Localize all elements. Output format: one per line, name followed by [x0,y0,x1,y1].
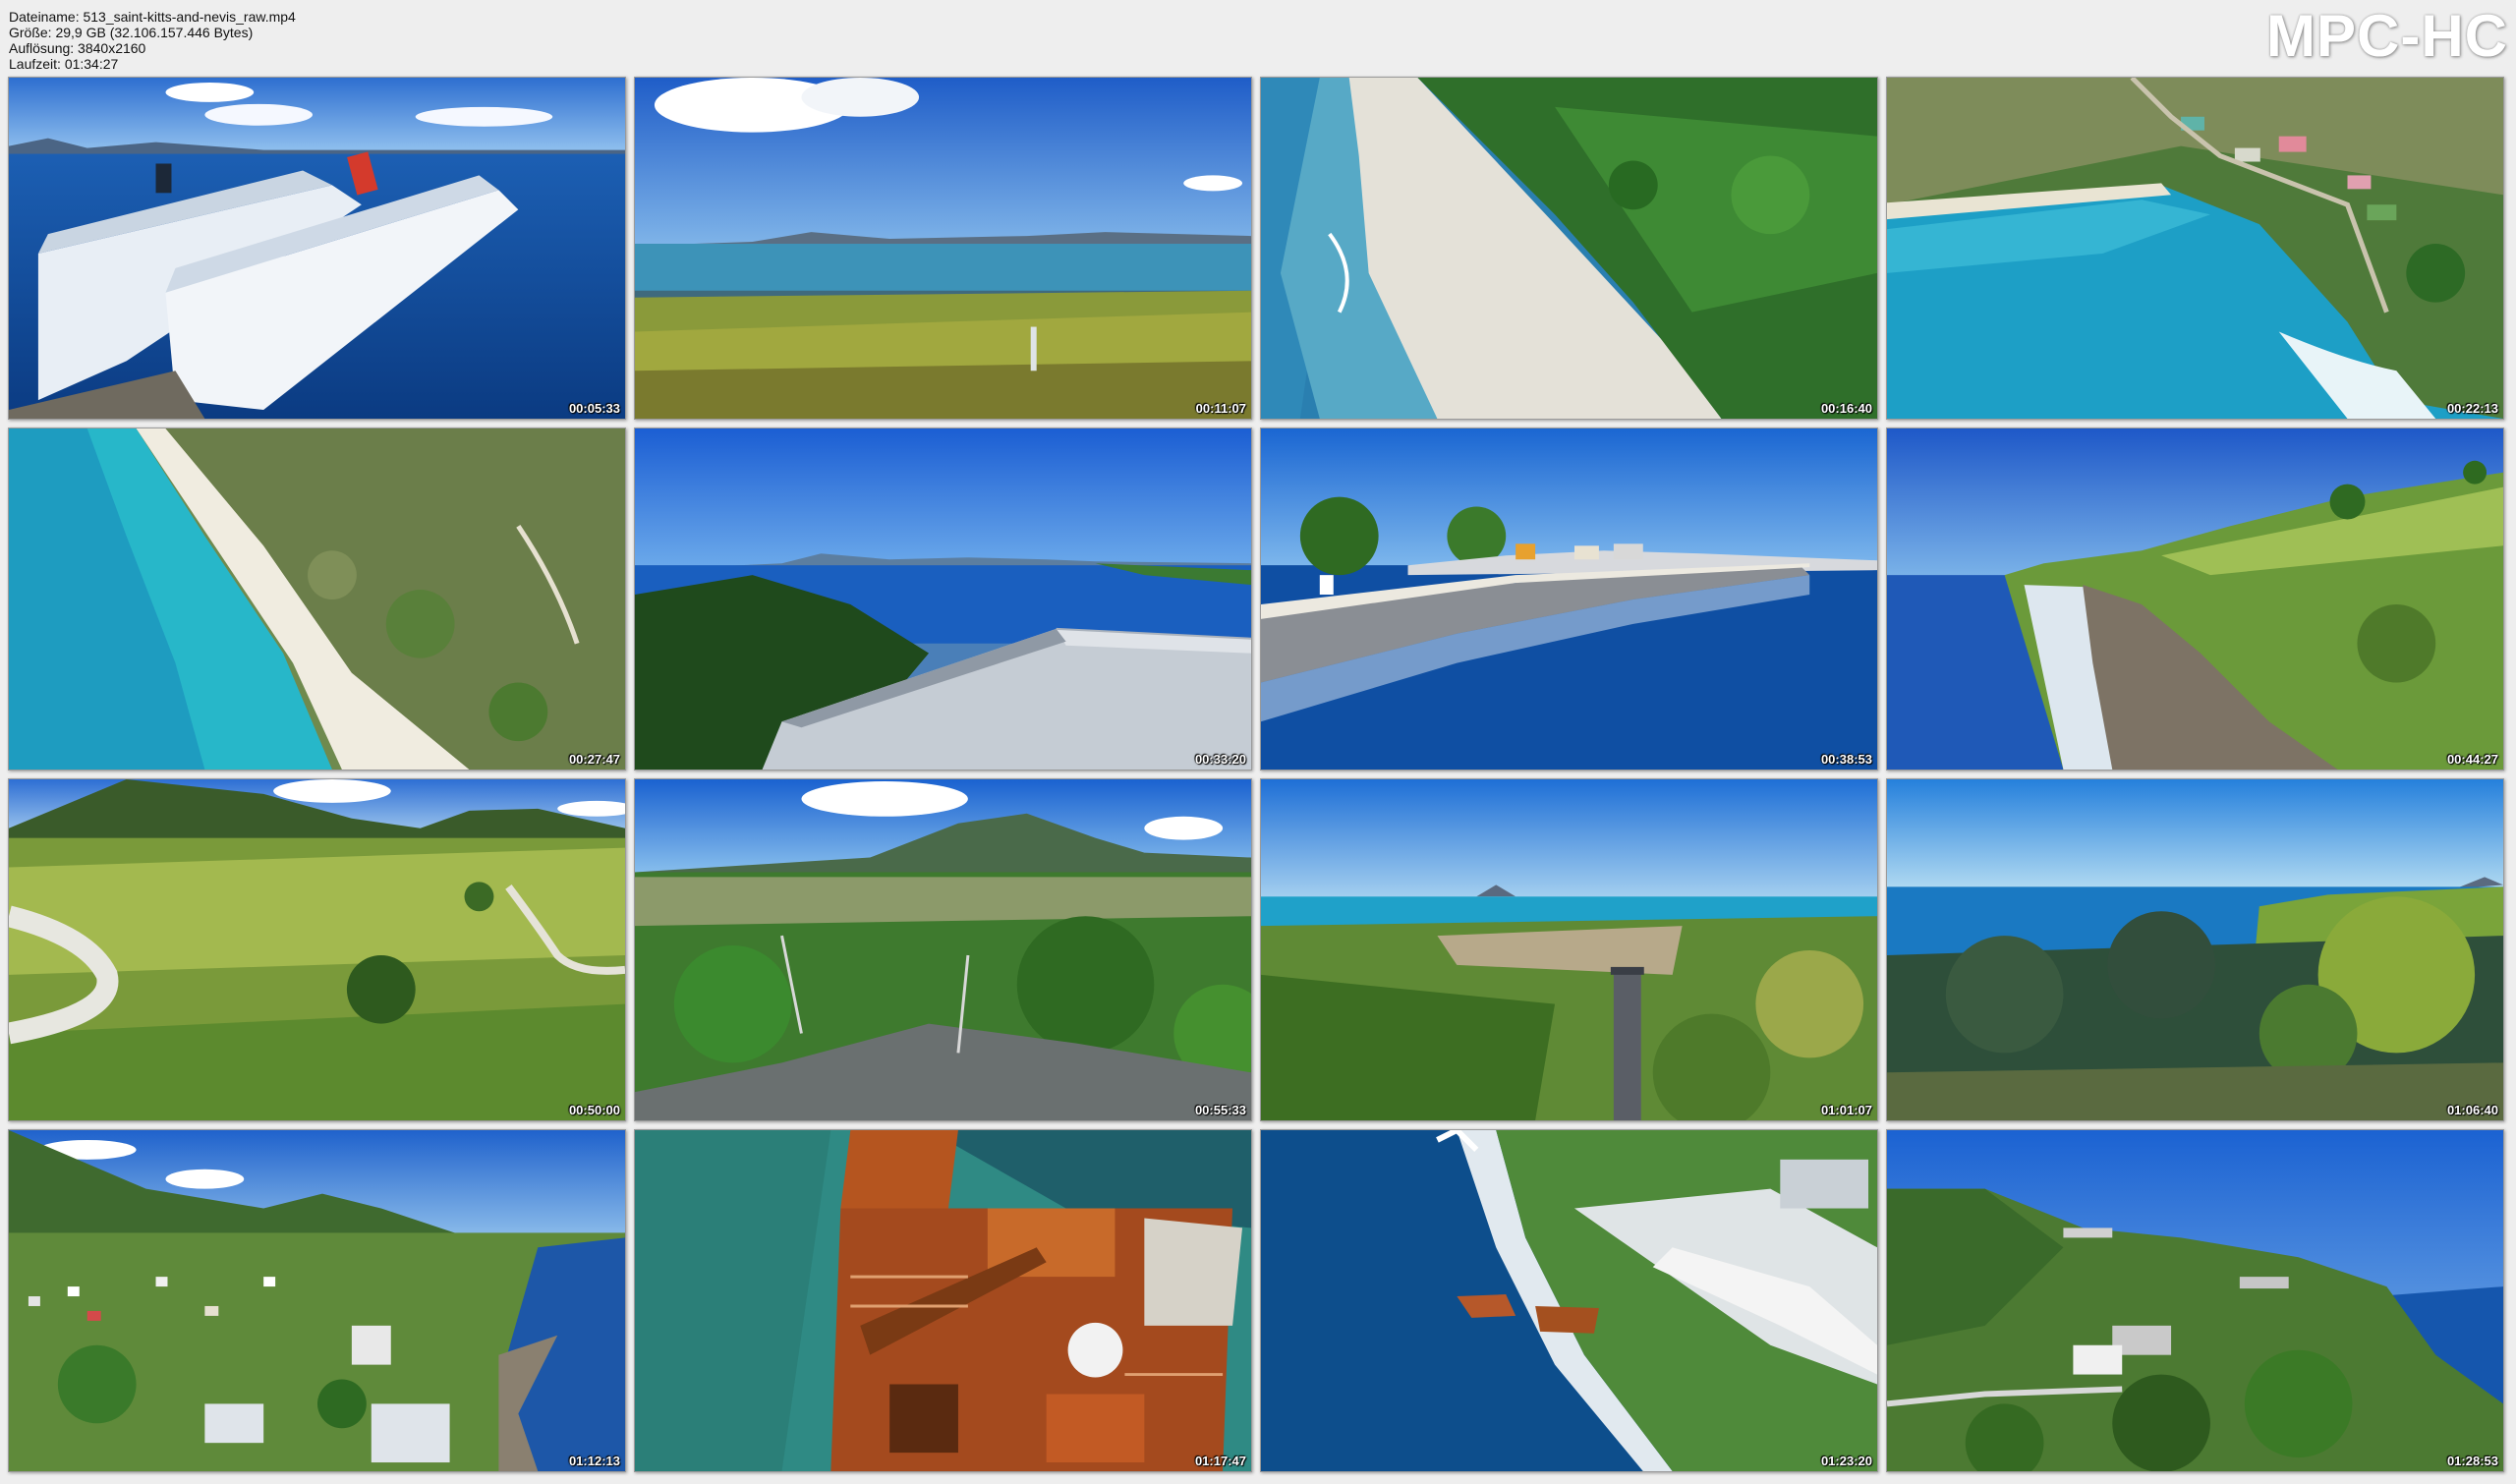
timestamp: 01:17:47 [1194,1454,1246,1468]
file-duration: Laufzeit: 01:34:27 [9,56,119,72]
timestamp: 00:55:33 [1194,1103,1246,1117]
timestamp: 01:28:53 [2446,1454,2498,1468]
header: Dateiname: 513_saint-kitts-and-nevis_raw… [0,0,2516,77]
thumbnail[interactable]: 01:23:20 [1260,1129,1878,1472]
file-size: Größe: 29,9 GB (32.106.157.446 Bytes) [9,25,254,40]
thumbnail[interactable]: 01:28:53 [1886,1129,2504,1472]
cruise-ships-icon [9,78,625,419]
thumbnail[interactable]: 01:12:13 [8,1129,626,1472]
timestamp: 00:44:27 [2446,752,2498,767]
timestamp: 00:27:47 [568,752,620,767]
bay-village-icon [1887,78,2503,419]
chimney-field-icon [1261,779,1877,1120]
file-name: Dateiname: 513_saint-kitts-and-nevis_raw… [9,9,296,25]
thumbnail[interactable]: 00:33:20 [634,428,1252,771]
thumbnail[interactable]: 00:27:47 [8,428,626,771]
pier-wreck-icon [1261,1130,1877,1471]
file-info: Dateiname: 513_saint-kitts-and-nevis_raw… [9,9,296,72]
timestamp: 01:23:20 [1820,1454,1872,1468]
thumbnail[interactable]: 01:06:40 [1886,778,2504,1121]
thumbnail[interactable]: 00:11:07 [634,77,1252,420]
timestamp: 01:06:40 [2446,1103,2498,1117]
green-hillside-road-icon [9,779,625,1120]
town-bay-icon [9,1130,625,1471]
coastal-hills-icon [1887,428,2503,770]
app-logo: MPC-HC [2266,3,2508,69]
hill-fortress-icon [1887,1130,2503,1471]
rooftop-sea-view-icon [635,428,1251,770]
timestamp: 00:11:07 [1195,401,1246,416]
thumbnail-grid: 00:05:33 00:11:07 00:16:40 00:22:13 00:2… [8,77,2510,1473]
thumbnail[interactable]: 00:16:40 [1260,77,1878,420]
timestamp: 00:16:40 [1820,401,1872,416]
timestamp: 01:12:13 [568,1454,620,1468]
thumbnail[interactable]: 01:01:07 [1260,778,1878,1121]
beach-aerial-icon [1261,78,1877,419]
timestamp: 01:01:07 [1820,1103,1872,1117]
timestamp: 00:50:00 [568,1103,620,1117]
thumbnail[interactable]: 00:44:27 [1886,428,2504,771]
turquoise-beach-icon [9,428,625,770]
thumbnail[interactable]: 01:17:47 [634,1129,1252,1472]
file-resolution: Auflösung: 3840x2160 [9,40,146,56]
timestamp: 00:38:53 [1820,752,1872,767]
timestamp: 00:33:20 [1194,752,1246,767]
thumbnail[interactable]: 00:50:00 [8,778,626,1121]
grassy-shore-icon [635,78,1251,419]
thumbnail[interactable]: 00:22:13 [1886,77,2504,420]
timestamp: 00:22:13 [2446,401,2498,416]
breakwater-promenade-icon [1261,428,1877,770]
rusty-wreck-icon [635,1130,1251,1471]
timestamp: 00:05:33 [568,401,620,416]
volcano-forest-icon [635,779,1251,1120]
thumbnail[interactable]: 00:55:33 [634,778,1252,1121]
shrub-coast-icon [1887,779,2503,1120]
thumbnail[interactable]: 00:38:53 [1260,428,1878,771]
thumbnail[interactable]: 00:05:33 [8,77,626,420]
